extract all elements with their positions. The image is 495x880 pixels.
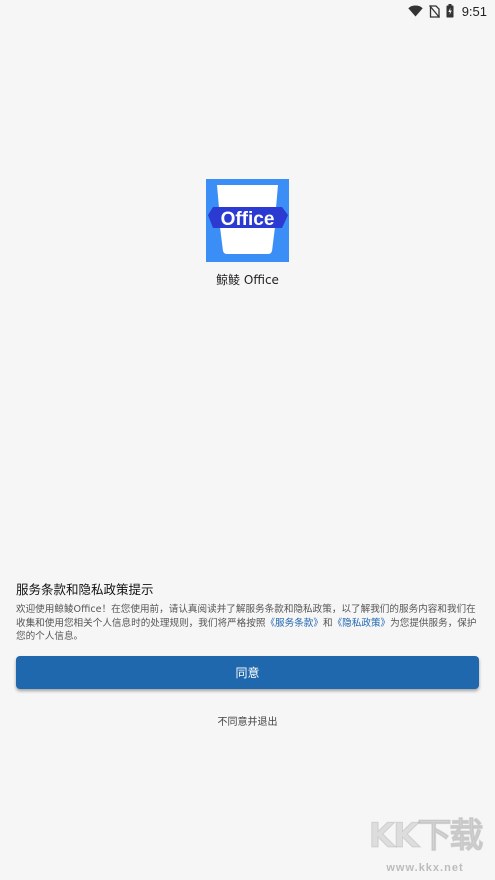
- wifi-icon: [407, 5, 423, 17]
- watermark: KK下载 www.kkx.net: [365, 806, 485, 876]
- disagree-exit-button[interactable]: 不同意并退出: [0, 713, 495, 728]
- consent-body: 欢迎使用鲸鲮Office！在您使用前，请认真阅读并了解服务条款和隐私政策，以了解…: [16, 603, 479, 644]
- status-bar: 9:51: [0, 0, 495, 22]
- app-logo: Office: [206, 179, 289, 262]
- logo-text: Office: [221, 209, 275, 230]
- app-name: 鲸鲮 Office: [216, 273, 279, 287]
- consent-and: 和: [323, 617, 333, 629]
- privacy-link[interactable]: 《隐私政策》: [333, 618, 391, 629]
- battery-charging-icon: [446, 4, 454, 18]
- consent-title: 服务条款和隐私政策提示: [16, 582, 154, 597]
- watermark-text: KK下载: [368, 816, 484, 857]
- no-sim-icon: [428, 4, 440, 18]
- watermark-url: www.kkx.net: [386, 862, 464, 874]
- terms-link[interactable]: 《服务条款》: [265, 618, 323, 629]
- status-time: 9:51: [461, 3, 487, 19]
- agree-button[interactable]: 同意: [16, 656, 479, 689]
